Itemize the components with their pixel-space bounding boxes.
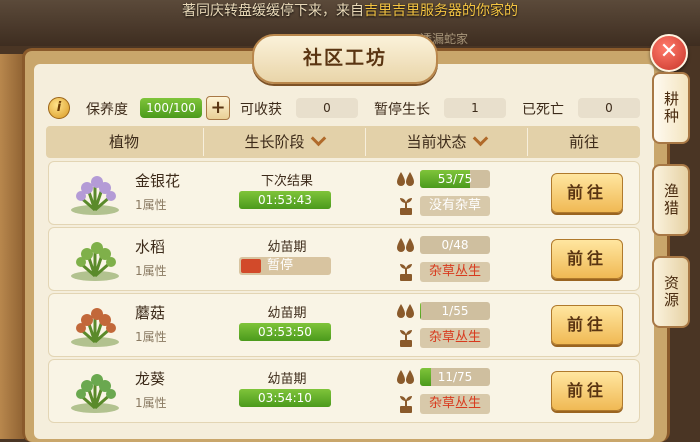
tab-resources[interactable]: 资源: [652, 256, 690, 328]
weed-sprout-icon: [396, 262, 416, 282]
info-icon[interactable]: i: [48, 97, 70, 119]
water-bar: 11/75: [420, 368, 490, 386]
harvestable-label: 可收获: [240, 102, 282, 118]
water-progress-fill: [420, 302, 422, 320]
plant-image: [67, 366, 123, 414]
column-stage-label: 生长阶段: [244, 133, 305, 151]
growth-timer: 03:53:50: [239, 323, 331, 341]
plant-image: [67, 300, 123, 348]
column-plant-label: 植物: [108, 133, 139, 151]
plant-name: 金银花: [135, 172, 181, 190]
chevron-down-icon: [310, 130, 326, 147]
growth-timer-text: 01:53:43: [258, 193, 312, 207]
water-drops-icon: [396, 303, 416, 321]
stats-bar: i 保养度 100/100 + 可收获 0 暂停生长 1 已死亡 0: [48, 95, 648, 121]
goto-button[interactable]: 前往: [551, 305, 623, 345]
weed-status: 杂草丛生: [420, 328, 490, 348]
water-value: 1/55: [441, 304, 469, 318]
plant-attribute: 1属性: [135, 396, 167, 410]
column-status-sort[interactable]: 当前状态: [366, 126, 526, 158]
weed-status: 杂草丛生: [420, 394, 490, 414]
goto-button[interactable]: 前往: [551, 371, 623, 411]
growth-timer-text: 暂停: [267, 258, 294, 273]
paused-growth-label: 暂停生长: [374, 102, 430, 118]
water-bar: 0/48: [420, 236, 490, 254]
growth-stage: 幼苗期: [267, 372, 307, 387]
plant-attribute: 1属性: [135, 264, 167, 278]
marquee-server-name: 吉里吉里服务器的: [364, 3, 476, 19]
growth-timer: 03:54:10: [239, 389, 331, 407]
growth-stage: 幼苗期: [267, 306, 307, 321]
weed-sprout-icon: [396, 394, 416, 414]
side-tab-column: 耕种 渔猎 资源: [652, 72, 690, 372]
water-drops-icon: [396, 369, 416, 387]
window-title: 社区工坊: [252, 34, 438, 84]
growth-stage: 下次结果: [260, 174, 313, 189]
table-row: 金银花 1属性 下次结果 01:53:43 53/75 没有杂草 前往: [48, 161, 640, 225]
table-row: 龙葵 1属性 幼苗期 03:54:10 11/75 杂草丛生 前往: [48, 359, 640, 423]
add-maintenance-button[interactable]: +: [206, 96, 230, 120]
water-drops-icon: [396, 237, 416, 255]
column-plant: 植物: [46, 126, 202, 158]
growth-timer-text: 03:53:50: [258, 325, 312, 339]
plant-attribute: 1属性: [135, 198, 167, 212]
broadcast-marquee: 著同庆转盘缓缓停下来，来自吉里吉里服务器的你家的: [0, 0, 700, 22]
table-row: 蘑菇 1属性 幼苗期 03:53:50 1/55 杂草丛生 前往: [48, 293, 640, 357]
weed-sprout-icon: [396, 328, 416, 348]
tab-farming[interactable]: 耕种: [652, 72, 690, 144]
table-row: 水稻 1属性 幼苗期暂停 0/48 杂草丛生 前往: [48, 227, 640, 291]
marquee-text-a: 著同庆转盘缓缓停下来，来自: [182, 3, 364, 19]
close-button[interactable]: ✕: [650, 34, 688, 72]
goto-button[interactable]: 前往: [551, 239, 623, 279]
water-value: 53/75: [437, 172, 473, 186]
marquee-text-c: 你家的: [476, 3, 518, 19]
plant-name: 蘑菇: [135, 304, 166, 322]
weed-status: 没有杂草: [420, 196, 490, 216]
plant-image: [67, 168, 123, 216]
left-rail: [0, 54, 24, 439]
column-status-label: 当前状态: [406, 133, 467, 151]
water-progress-fill: [420, 368, 431, 386]
growth-paused-indicator: 暂停: [239, 257, 331, 275]
water-value: 0/48: [441, 238, 469, 252]
dead-value: 0: [578, 98, 640, 118]
weed-status: 杂草丛生: [420, 262, 490, 282]
tab-fishing-hunting[interactable]: 渔猎: [652, 164, 690, 236]
growth-timer-text: 03:54:10: [258, 391, 312, 405]
goto-button[interactable]: 前往: [551, 173, 623, 213]
dead-label: 已死亡: [522, 102, 564, 118]
maintenance-value: 100/100: [140, 98, 202, 118]
plant-name: 龙葵: [135, 370, 166, 388]
plant-name: 水稻: [135, 238, 166, 256]
table-header: 植物 生长阶段 当前状态 前往: [46, 126, 640, 158]
plant-attribute: 1属性: [135, 330, 167, 344]
water-drops-icon: [396, 171, 416, 189]
paused-growth-value: 1: [444, 98, 506, 118]
water-bar: 1/55: [420, 302, 490, 320]
harvestable-value: 0: [296, 98, 358, 118]
growth-timer: 01:53:43: [239, 191, 331, 209]
plant-image: [67, 234, 123, 282]
growth-stage: 幼苗期: [267, 240, 307, 255]
column-goto-label: 前往: [568, 133, 599, 151]
water-bar: 53/75: [420, 170, 490, 188]
column-goto: 前往: [528, 126, 640, 158]
water-value: 11/75: [437, 370, 473, 384]
column-stage-sort[interactable]: 生长阶段: [204, 126, 364, 158]
weed-sprout-icon: [396, 196, 416, 216]
paused-icon: [241, 259, 261, 273]
maintenance-label: 保养度: [86, 102, 128, 118]
chevron-down-icon: [472, 130, 488, 147]
